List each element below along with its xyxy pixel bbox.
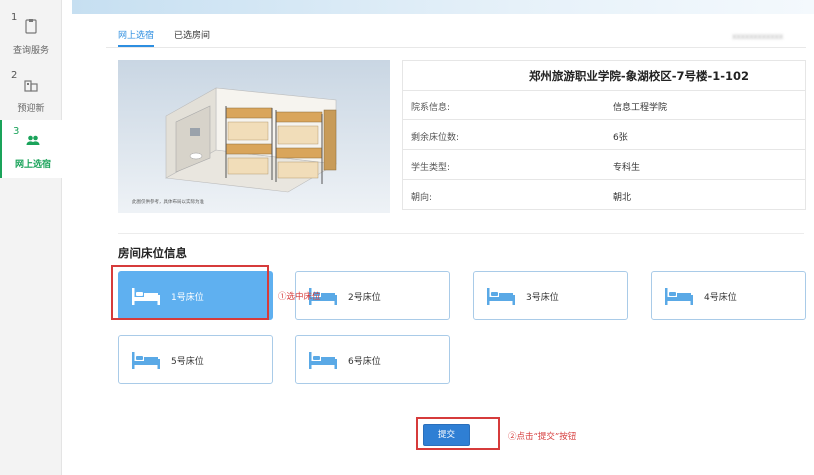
step-online-dorm-select[interactable]: 3 网上选宿 xyxy=(0,120,62,178)
section-title: 房间床位信息 xyxy=(118,246,187,260)
room-info-table: 郑州旅游职业学院-象湖校区-7号楼-1-102 院系信息: 信息工程学院 剩余床… xyxy=(402,60,806,210)
building-icon xyxy=(24,80,38,92)
info-row: 学生类型: 专科生 xyxy=(403,151,805,180)
bed-card-4[interactable]: 4号床位 xyxy=(651,271,806,320)
step-pre-enroll[interactable]: 2 预迎新 xyxy=(0,64,62,122)
clipboard-icon xyxy=(25,19,37,34)
info-row: 剩余床位数: 6张 xyxy=(403,121,805,150)
dorm-room-illustration: 此图仅供参考，具体布局以实际为准 xyxy=(118,60,390,213)
bed-icon xyxy=(309,352,337,369)
tab-divider xyxy=(106,47,806,48)
step-number: 2 xyxy=(11,70,18,81)
step-rail: 1 查询服务 2 预迎新 3 网上选宿 xyxy=(0,0,62,475)
info-row: 院系信息: 信息工程学院 xyxy=(403,91,805,120)
user-info-blurred: xxxxxxxxxxxx xyxy=(732,32,783,41)
info-key: 剩余床位数: xyxy=(411,133,460,143)
bed-label: 2号床位 xyxy=(348,293,381,303)
info-row: 朝向: 朝北 xyxy=(403,181,805,210)
step-label: 预迎新 xyxy=(17,104,45,114)
bed-label: 1号床位 xyxy=(171,293,204,303)
section-divider xyxy=(118,233,804,234)
bed-label: 6号床位 xyxy=(348,357,381,367)
info-key: 学生类型: xyxy=(411,163,451,173)
bed-label: 4号床位 xyxy=(704,293,737,303)
info-value: 信息工程学院 xyxy=(613,103,668,113)
tab-selected-room[interactable]: 已选房间 xyxy=(174,28,210,41)
info-value: 专科生 xyxy=(613,163,641,173)
top-banner xyxy=(72,0,814,14)
room-title: 郑州旅游职业学院-象湖校区-7号楼-1-102 xyxy=(403,61,805,91)
room-layout-image: 此图仅供参考，具体布局以实际为准 xyxy=(118,60,390,213)
step-number: 3 xyxy=(13,126,20,137)
bed-card-3[interactable]: 3号床位 xyxy=(473,271,628,320)
step-number: 1 xyxy=(11,12,18,23)
step-query-service[interactable]: 1 查询服务 xyxy=(0,6,62,64)
image-caption: 此图仅供参考，具体布局以实际为准 xyxy=(132,198,204,205)
bed-label: 3号床位 xyxy=(526,293,559,303)
info-key: 朝向: xyxy=(411,193,433,203)
info-key: 院系信息: xyxy=(411,103,451,113)
bed-label: 5号床位 xyxy=(171,357,204,367)
bed-icon xyxy=(665,288,693,305)
info-value: 6张 xyxy=(613,133,628,143)
submit-button[interactable]: 提交 xyxy=(423,424,470,446)
step-label: 查询服务 xyxy=(12,46,49,56)
annotation-select-bed: ①选中床位 xyxy=(278,292,321,302)
bed-icon xyxy=(487,288,515,305)
step-label: 网上选宿 xyxy=(14,160,51,170)
info-value: 朝北 xyxy=(613,193,632,203)
bed-card-6[interactable]: 6号床位 xyxy=(295,335,450,384)
bed-card-1[interactable]: 1号床位 xyxy=(118,271,273,320)
users-icon xyxy=(26,135,40,145)
annotation-click-submit: ②点击“提交”按钮 xyxy=(508,432,577,442)
bed-icon xyxy=(132,352,160,369)
bed-icon xyxy=(132,288,160,305)
tab-online-select[interactable]: 网上选宿 xyxy=(118,28,155,47)
bed-card-5[interactable]: 5号床位 xyxy=(118,335,273,384)
